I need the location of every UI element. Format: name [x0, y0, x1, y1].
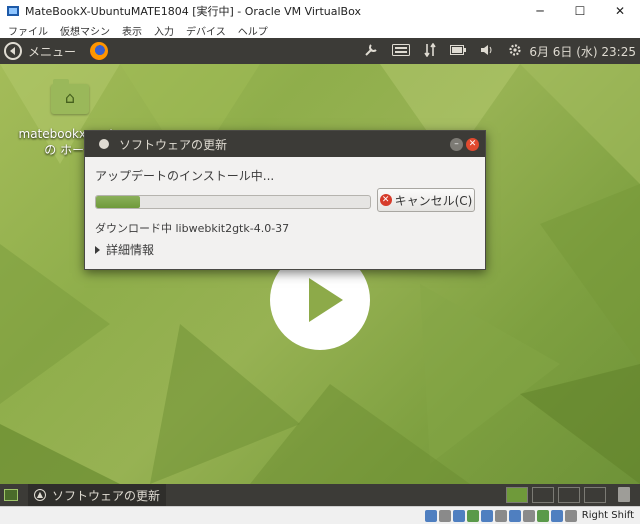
tools-icon[interactable]	[364, 43, 378, 60]
window-title: MateBookX-UbuntuMATE1804 [実行中] - Oracle …	[25, 5, 361, 18]
menu-help[interactable]: ヘルプ	[238, 23, 268, 38]
workspace-4[interactable]	[584, 487, 606, 503]
workspace-2[interactable]	[532, 487, 554, 503]
workspace-1[interactable]	[506, 487, 528, 503]
audio-icon[interactable]	[452, 509, 465, 522]
host-key-label: Right Shift	[581, 510, 634, 521]
video-capture-icon[interactable]	[522, 509, 535, 522]
vbox-statusbar: Right Shift	[0, 506, 640, 524]
update-status-text: アップデートのインストール中...	[95, 169, 275, 183]
show-desktop-icon[interactable]	[4, 489, 18, 501]
taskbar-item-software-update[interactable]: ▲ ソフトウェアの更新	[28, 484, 167, 506]
software-update-taskbar-icon: ▲	[34, 489, 46, 501]
main-menu-button[interactable]: メニュー	[28, 43, 76, 60]
vbox-window-titlebar: MateBookX-UbuntuMATE1804 [実行中] - Oracle …	[0, 0, 640, 22]
volume-icon[interactable]	[480, 44, 494, 59]
menu-input[interactable]: 入力	[154, 23, 174, 38]
cancel-label: キャンセル(C)	[394, 193, 473, 208]
vbox-menubar: ファイル 仮想マシン 表示 入力 デバイス ヘルプ	[0, 22, 640, 38]
cancel-button[interactable]: ✕ キャンセル(C)	[377, 188, 475, 212]
menu-machine[interactable]: 仮想マシン	[60, 23, 110, 38]
keyboard-icon[interactable]	[392, 43, 411, 59]
battery-icon[interactable]	[450, 44, 467, 58]
network-icon[interactable]	[424, 42, 436, 60]
expander-arrow-icon	[95, 245, 100, 254]
system-tray: 6月 6日 (水) 23:25	[357, 38, 640, 64]
download-status-text: ダウンロード中 libwebkit2gtk-4.0-37	[95, 222, 290, 235]
top-panel: メニュー 6月 6日 (水) 23:25	[0, 38, 640, 64]
dialog-minimize-button[interactable]: –	[450, 138, 463, 151]
display-icon[interactable]	[508, 509, 521, 522]
home-folder-icon	[51, 79, 89, 114]
hard-disk-icon[interactable]	[424, 509, 437, 522]
taskbar-item-label: ソフトウェアの更新	[52, 488, 161, 503]
dialog-body: アップデートのインストール中... ✕ キャンセル(C) ダウンロード中 lib…	[85, 157, 485, 269]
cancel-icon: ✕	[379, 194, 392, 206]
progress-fill	[96, 196, 140, 208]
shared-folders-icon[interactable]	[494, 509, 507, 522]
dialog-close-button[interactable]: ✕	[466, 138, 479, 151]
panel-clock[interactable]: 6月 6日 (水) 23:25	[529, 43, 636, 60]
trash-icon[interactable]	[618, 487, 630, 502]
optical-drive-icon[interactable]	[438, 509, 451, 522]
virtualization-icon[interactable]	[536, 509, 549, 522]
bottom-panel: ▲ ソフトウェアの更新	[0, 484, 640, 506]
install-progress-bar	[95, 195, 371, 209]
menu-file[interactable]: ファイル	[8, 23, 48, 38]
mate-menu-icon[interactable]	[4, 42, 22, 60]
usb-icon[interactable]	[480, 509, 493, 522]
host-key-icon	[564, 509, 577, 522]
software-update-dialog: ソフトウェアの更新 – ✕ アップデートのインストール中... ✕ キャンセル(…	[84, 130, 486, 270]
virtualbox-icon	[6, 4, 20, 18]
details-expander[interactable]: 詳細情報	[95, 241, 154, 258]
minimize-button[interactable]: ─	[520, 0, 560, 22]
dialog-titlebar[interactable]: ソフトウェアの更新 – ✕	[85, 131, 485, 157]
mouse-integration-icon[interactable]	[550, 509, 563, 522]
maximize-button[interactable]: ☐	[560, 0, 600, 22]
workspace-3[interactable]	[558, 487, 580, 503]
menu-view[interactable]: 表示	[122, 23, 142, 38]
details-label: 詳細情報	[106, 243, 155, 257]
network-adapter-icon[interactable]	[466, 509, 479, 522]
settings-icon[interactable]	[508, 43, 522, 60]
dialog-title: ソフトウェアの更新	[119, 137, 228, 152]
menu-devices[interactable]: デバイス	[186, 23, 226, 38]
close-button[interactable]: ✕	[600, 0, 640, 22]
desktop-wallpaper: matebookx-mate の ホーム	[0, 64, 640, 484]
firefox-launcher-icon[interactable]	[90, 42, 109, 60]
dialog-app-icon	[99, 139, 109, 149]
